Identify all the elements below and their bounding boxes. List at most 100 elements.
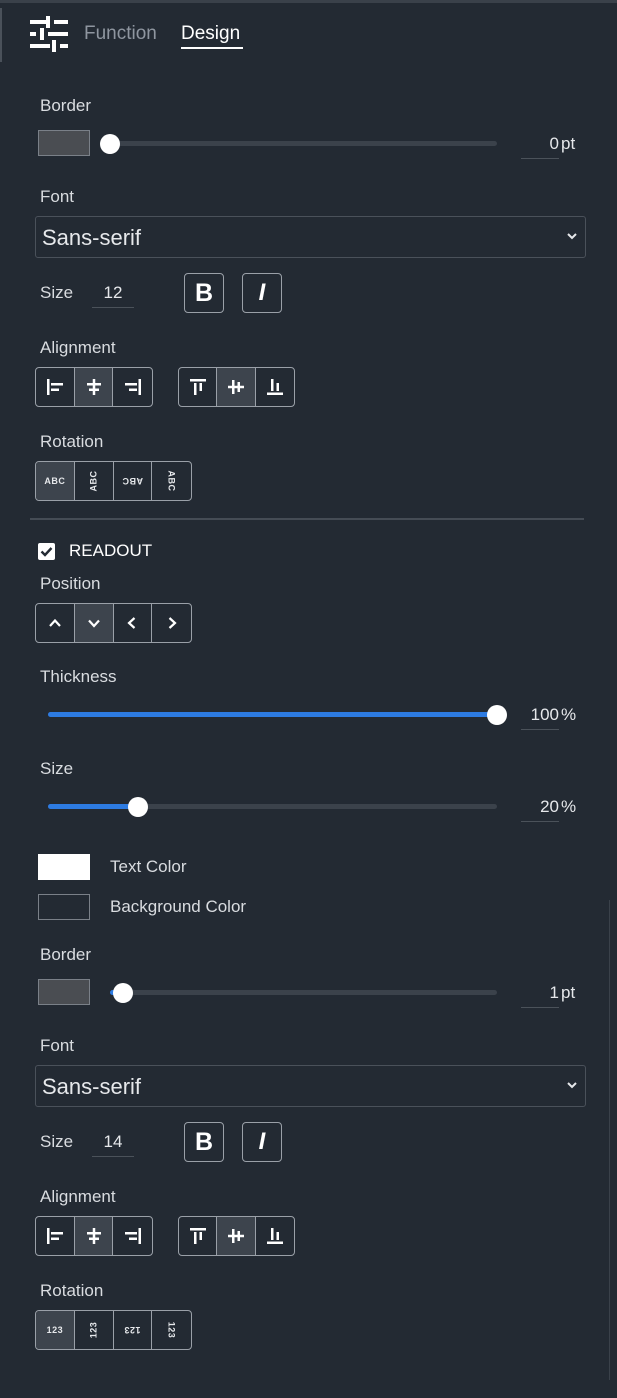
sliders-icon (30, 16, 68, 52)
rotation-270-button[interactable]: ABC (152, 462, 191, 500)
readout-size-unit: % (561, 797, 577, 816)
rotation-180-button[interactable]: 123 (114, 1311, 153, 1349)
chevron-down-icon (567, 233, 577, 240)
readout-font-size-label: Size (40, 1132, 74, 1151)
readout-italic-button[interactable]: I (242, 1122, 282, 1162)
italic-button[interactable]: I (242, 273, 282, 313)
position-right-button[interactable] (152, 604, 191, 642)
horizontal-alignment-group (35, 367, 153, 407)
border-slider[interactable] (100, 134, 497, 154)
section-divider (30, 518, 584, 520)
rotation-270-text: ABC (166, 470, 177, 492)
align-bottom-icon (266, 1228, 283, 1244)
rotation-90-text: 123 (88, 1321, 99, 1339)
slider-fill (48, 712, 497, 717)
rotation-0-button[interactable]: ABC (36, 462, 75, 500)
rotation-0-button[interactable]: 123 (36, 1311, 75, 1349)
align-left-button[interactable] (36, 368, 75, 406)
position-group (35, 603, 192, 643)
border-color-swatch[interactable] (38, 130, 90, 156)
text-color-swatch[interactable] (38, 854, 90, 880)
align-center-icon (86, 1228, 101, 1244)
chevron-up-icon (49, 618, 61, 627)
font-select[interactable]: Sans-serif (35, 216, 586, 258)
chevron-down-icon (567, 1082, 577, 1089)
align-center-button[interactable] (74, 368, 114, 406)
position-down-button[interactable] (74, 604, 114, 642)
readout-font-size-input[interactable]: 14 (92, 1129, 134, 1157)
background-color-swatch[interactable] (38, 894, 90, 920)
slider-track (110, 990, 497, 995)
align-top-button[interactable] (179, 368, 218, 406)
slider-thumb[interactable] (113, 983, 133, 1003)
font-select-value: Sans-serif (42, 1074, 142, 1099)
thickness-input[interactable]: 100 (521, 702, 559, 730)
align-left-icon (46, 379, 63, 395)
align-center-button[interactable] (74, 1217, 114, 1255)
font-size-input[interactable]: 12 (92, 280, 134, 308)
readout-bold-button[interactable]: B (184, 1122, 224, 1162)
readout-rotation-group: 123 123 123 123 (35, 1310, 192, 1350)
align-right-button[interactable] (113, 368, 152, 406)
rotation-0-text: ABC (44, 476, 66, 486)
bold-button[interactable]: B (184, 273, 224, 313)
rotation-90-button[interactable]: ABC (75, 462, 114, 500)
border-unit: pt (561, 134, 576, 153)
readout-border-width-input[interactable]: 1 (521, 980, 559, 1008)
rotation-270-text: 123 (166, 1321, 177, 1339)
readout-vertical-alignment-group (178, 1216, 295, 1256)
slider-thumb[interactable] (100, 134, 120, 154)
align-right-button[interactable] (113, 1217, 152, 1255)
align-top-button[interactable] (179, 1217, 218, 1255)
font-label: Font (40, 187, 75, 206)
align-left-button[interactable] (36, 1217, 75, 1255)
rotation-180-text: 123 (124, 1325, 141, 1335)
thickness-slider[interactable] (48, 705, 507, 725)
align-right-icon (124, 379, 141, 395)
readout-font-select[interactable]: Sans-serif (35, 1065, 586, 1107)
alignment-label: Alignment (40, 338, 116, 357)
rotation-270-button[interactable]: 123 (152, 1311, 191, 1349)
align-middle-icon (228, 380, 245, 394)
readout-rotation-label: Rotation (40, 1281, 104, 1300)
readout-label: READOUT (69, 541, 153, 560)
slider-track (110, 141, 497, 146)
align-middle-button[interactable] (217, 368, 256, 406)
vertical-alignment-group (178, 367, 295, 407)
position-up-button[interactable] (36, 604, 75, 642)
align-right-icon (124, 1228, 141, 1244)
align-top-icon (189, 379, 206, 395)
position-left-button[interactable] (114, 604, 153, 642)
readout-border-color-swatch[interactable] (38, 979, 90, 1005)
align-bottom-button[interactable] (256, 1217, 294, 1255)
slider-thumb[interactable] (487, 705, 507, 725)
chevron-left-icon (127, 617, 136, 629)
readout-size-input[interactable]: 20 (521, 794, 559, 822)
active-tab-indicator (181, 47, 243, 49)
readout-border-slider[interactable] (110, 983, 497, 1003)
align-left-icon (46, 1228, 63, 1244)
position-label: Position (40, 574, 101, 593)
tab-design[interactable]: Design (181, 23, 240, 45)
font-select-value: Sans-serif (42, 225, 142, 250)
tab-function[interactable]: Function (84, 23, 157, 45)
thickness-unit: % (561, 705, 577, 724)
align-top-icon (189, 1228, 206, 1244)
slider-thumb[interactable] (127, 797, 148, 817)
readout-checkbox[interactable] (38, 543, 55, 560)
align-bottom-icon (266, 379, 283, 395)
readout-size-slider[interactable] (48, 797, 497, 817)
rotation-label: Rotation (40, 432, 104, 451)
chevron-right-icon (168, 617, 177, 629)
panel-header: Function Design (0, 0, 617, 70)
rotation-90-button[interactable]: 123 (75, 1311, 114, 1349)
align-middle-icon (228, 1229, 245, 1243)
rotation-0-text: 123 (46, 1325, 64, 1335)
border-label: Border (40, 96, 92, 115)
rotation-180-button[interactable]: ABC (114, 462, 153, 500)
scrollbar[interactable] (609, 900, 617, 1380)
border-width-input[interactable]: 0 (521, 131, 559, 159)
align-bottom-button[interactable] (256, 368, 294, 406)
readout-horizontal-alignment-group (35, 1216, 153, 1256)
align-middle-button[interactable] (217, 1217, 256, 1255)
